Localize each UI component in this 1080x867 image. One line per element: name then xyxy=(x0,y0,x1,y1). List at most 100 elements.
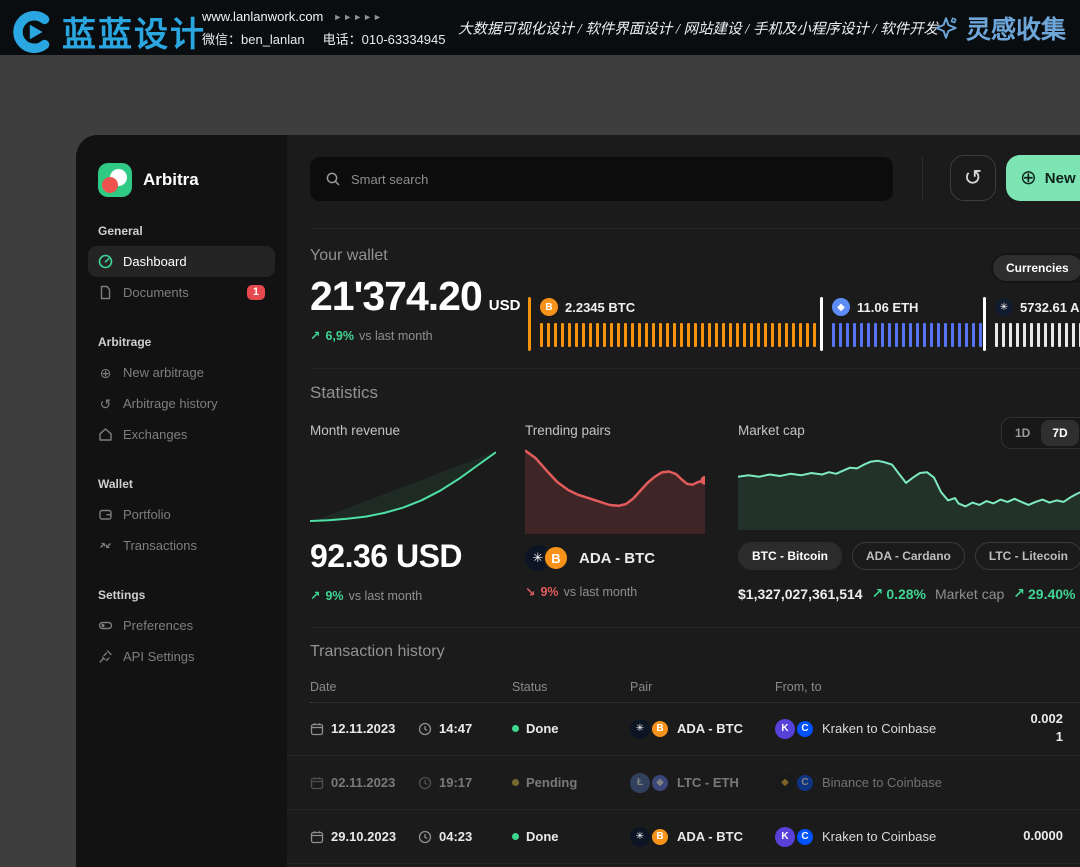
wallet-change: ↗ 6,9% vs last month xyxy=(310,328,433,343)
transaction-history-title: Transaction history xyxy=(310,643,445,661)
route-cell: K C Kraken to Coinbase xyxy=(775,810,936,863)
toggle-icon xyxy=(98,618,113,633)
sidebar-item-preferences[interactable]: Preferences xyxy=(88,610,275,641)
route-cell: K C Kraken to Coinbase xyxy=(775,702,936,755)
lanlan-logo-icon xyxy=(12,11,54,53)
sidebar-item-dashboard[interactable]: Dashboard xyxy=(88,246,275,277)
sidebar-item-arbitrage-history[interactable]: ↺ Arbitrage history xyxy=(88,388,275,419)
pill-btc-bitcoin[interactable]: BTC - Bitcoin xyxy=(738,542,842,570)
range-tab-1d[interactable]: 1D xyxy=(1004,420,1041,446)
sidebar-item-api-settings[interactable]: API Settings xyxy=(88,641,275,672)
pill-ada-cardano[interactable]: ADA - Cardano xyxy=(852,542,965,570)
holding-ada: ✳ 5732.61 ADA xyxy=(983,295,1080,355)
banner-contact: www.lanlanwork.com ►►►►► 微信：ben_lanlan 电… xyxy=(202,9,445,48)
wallet-balance-currency: USD xyxy=(489,297,521,314)
section-divider xyxy=(310,228,1080,229)
sidebar-item-label: Exchanges xyxy=(123,427,187,442)
range-tabs: 1D 7D 1M xyxy=(1001,417,1080,449)
eth-amount: 11.06 ETH xyxy=(857,300,918,315)
month-revenue-change: ↗ 9% vs last month xyxy=(310,588,496,603)
sidebar-item-documents[interactable]: Documents 1 xyxy=(88,277,275,308)
wallet-icon xyxy=(98,507,113,522)
coinbase-icon: C xyxy=(795,719,815,739)
pair-cell: ✳ B ADA - BTC xyxy=(630,702,743,755)
market-cap-change-label: Market cap xyxy=(935,586,1004,602)
page-root: 蓝蓝设计 www.lanlanwork.com ►►►►► 微信：ben_lan… xyxy=(0,0,1080,867)
section-divider xyxy=(310,368,1080,369)
document-icon xyxy=(98,285,113,300)
sidebar-item-exchanges[interactable]: Exchanges xyxy=(88,419,275,450)
transfer-arrows-icon xyxy=(98,538,113,553)
sidebar-item-label: Transactions xyxy=(123,538,197,553)
btc-tick-bars xyxy=(540,323,820,347)
holding-eth: ◆ 11.06 ETH xyxy=(820,295,983,355)
binance-icon: ◆ xyxy=(775,773,795,793)
calendar-icon xyxy=(310,830,324,844)
eth-coin-icon: ◆ xyxy=(832,298,850,316)
topbar-divider xyxy=(922,157,923,201)
col-status: Status xyxy=(512,680,547,694)
section-label-arbitrage: Arbitrage xyxy=(98,335,287,349)
date-cell: 12.11.2023 xyxy=(310,702,395,755)
eth-tick-bars xyxy=(832,323,983,347)
segment-divider xyxy=(528,297,531,351)
col-from-to: From, to xyxy=(775,680,822,694)
sidebar-item-transactions[interactable]: Transactions xyxy=(88,530,275,561)
clock-icon xyxy=(418,776,432,790)
col-date: Date xyxy=(310,680,336,694)
pill-ltc-litecoin[interactable]: LTC - Litecoin xyxy=(975,542,1080,570)
up-arrow-icon: ↗ xyxy=(310,588,320,603)
history-button[interactable]: ↺ xyxy=(950,155,996,201)
eth-coin-icon: ◆ xyxy=(650,773,670,793)
tab-currencies[interactable]: Currencies xyxy=(993,255,1080,281)
status-cell: Pending xyxy=(512,756,577,809)
up-arrow-icon: ↗ xyxy=(872,585,884,602)
documents-badge: 1 xyxy=(247,285,265,300)
route-cell: ◆ C Binance to Coinbase xyxy=(775,756,942,809)
table-row[interactable]: 12.11.2023 14:47 Done ✳ B ADA - BTC K xyxy=(287,702,1080,756)
sidebar-item-label: Dashboard xyxy=(123,254,187,269)
ada-coin-icon: ✳ xyxy=(630,827,650,847)
date-cell: 02.11.2023 xyxy=(310,756,395,809)
coinbase-icon: C xyxy=(795,773,815,793)
new-arbitrage-button[interactable]: ⊕ New arbitrage xyxy=(1006,155,1080,201)
main-content: ↺ ⊕ New arbitrage Your wallet 21'374.20 … xyxy=(287,135,1080,867)
coinbase-icon: C xyxy=(795,827,815,847)
banner-wechat: 微信：ben_lanlan xyxy=(202,29,305,48)
month-revenue-card: Month revenue 92.36 USD ↗ 9% vs last mon… xyxy=(310,423,496,603)
plus-circle-icon: ⊕ xyxy=(98,365,113,380)
sidebar-item-portfolio[interactable]: Portfolio xyxy=(88,499,275,530)
wallet-view-tabs: Currencies Exchanges xyxy=(991,253,1080,283)
btc-coin-icon: B xyxy=(650,719,670,739)
segment-divider xyxy=(983,297,986,351)
inspiration-collect-link[interactable]: 灵感收集 xyxy=(933,10,1066,46)
sidebar-item-label: New arbitrage xyxy=(123,365,204,380)
arbitra-logo-icon xyxy=(98,163,132,197)
segment-divider xyxy=(820,297,823,351)
table-row[interactable]: 29.10.2023 04:23 Done ✳ B ADA - BTC K xyxy=(287,810,1080,864)
ada-tick-bars xyxy=(995,323,1080,347)
sparkle-star-icon xyxy=(933,15,959,41)
gauge-icon xyxy=(98,254,113,269)
calendar-icon xyxy=(310,776,324,790)
trending-pairs-change: ↘ 9% vs last month xyxy=(525,584,711,599)
section-divider xyxy=(310,627,1080,628)
sidebar-item-new-arbitrage[interactable]: ⊕ New arbitrage xyxy=(88,357,275,388)
search-input[interactable] xyxy=(351,172,878,187)
range-tab-7d[interactable]: 7D xyxy=(1041,420,1078,446)
trending-pairs-label: Trending pairs xyxy=(525,423,711,438)
collect-label: 灵感收集 xyxy=(966,10,1066,46)
banner-url[interactable]: www.lanlanwork.com xyxy=(202,9,323,24)
btc-coin-icon: B xyxy=(650,827,670,847)
pair-cell: Ł ◆ LTC - ETH xyxy=(630,756,739,809)
table-row[interactable]: 02.11.2023 19:17 Pending Ł ◆ LTC - ETH ◆ xyxy=(287,756,1080,810)
sidebar-item-label: Preferences xyxy=(123,618,193,633)
kraken-icon: K xyxy=(775,719,795,739)
market-cap-value: $1,327,027,361,514 xyxy=(738,586,863,602)
status-cell: Done xyxy=(512,702,559,755)
ada-coin-icon: ✳ xyxy=(630,719,650,739)
wallet-holdings-chart: B 2.2345 BTC ◆ 11.06 ETH ✳ xyxy=(528,295,1080,355)
status-dot xyxy=(512,779,519,786)
statistics-section-title: Statistics xyxy=(310,383,378,403)
pair-cell: ✳ B ADA - BTC xyxy=(630,810,743,863)
